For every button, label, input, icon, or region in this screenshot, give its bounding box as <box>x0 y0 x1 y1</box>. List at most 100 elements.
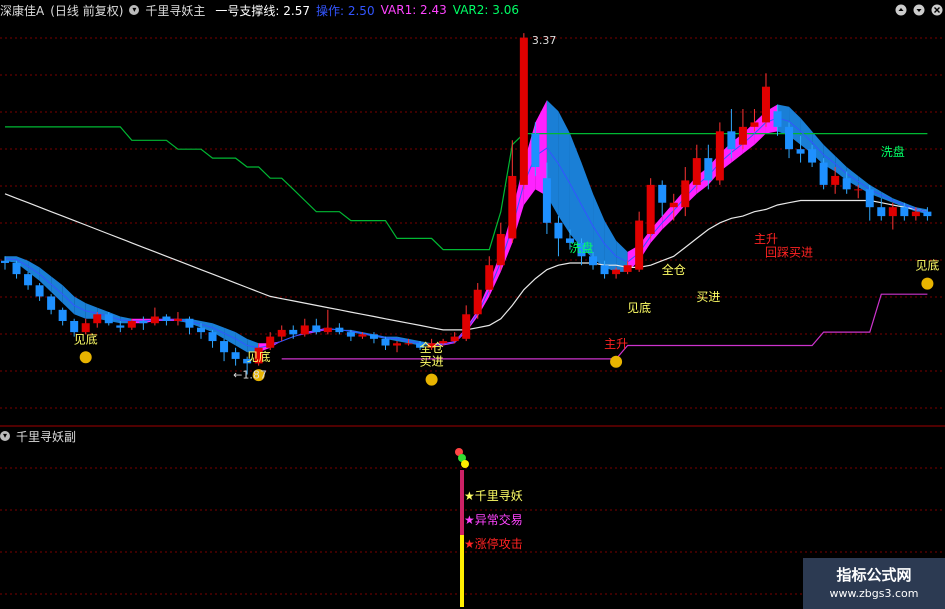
indicator-name[interactable]: 千里寻妖主 <box>145 2 205 19</box>
candle-body <box>842 178 851 190</box>
zoom-in-icon[interactable] <box>895 4 907 16</box>
candle-body <box>58 309 67 321</box>
candle-body <box>381 338 390 346</box>
candle-body <box>300 325 309 335</box>
signal-label: 全仓 <box>420 340 444 355</box>
sub-signal-label: ★异常交易 <box>464 512 523 527</box>
candle-body <box>773 111 782 127</box>
candle-body <box>358 334 367 337</box>
period-label[interactable]: (日线 前复权) <box>50 2 123 19</box>
signal-label: 洗盘 <box>569 240 593 255</box>
candle-body <box>612 269 621 275</box>
stock-name[interactable]: 深康佳A <box>0 2 44 19</box>
candle-body <box>854 189 863 191</box>
candle-body <box>635 220 644 270</box>
candle-body <box>761 86 770 123</box>
candle-body <box>669 202 678 208</box>
candle-body <box>462 314 471 339</box>
candle-body <box>404 343 413 345</box>
candle-body <box>715 131 724 181</box>
signal-label: 回踩买进 <box>765 245 813 259</box>
candle-body <box>369 334 378 339</box>
candle-body <box>346 332 355 337</box>
candle-body <box>554 222 563 239</box>
ribbon-segment <box>558 111 570 234</box>
candle-body <box>24 274 33 286</box>
candle-body <box>785 126 794 150</box>
signal-label: 买进 <box>696 290 720 304</box>
signal-label: 主升 <box>604 337 628 351</box>
candle-body <box>704 158 713 181</box>
candle-body <box>197 327 206 333</box>
candle-body <box>277 329 286 337</box>
price-extreme-label: ←1.87 <box>233 369 267 382</box>
sub-indicator-name[interactable]: 千里寻妖副 <box>16 428 76 445</box>
candle-body <box>289 329 298 335</box>
candle-body <box>623 265 632 272</box>
signal-label: 见底 <box>247 349 271 364</box>
candle-body <box>496 233 505 266</box>
candle-body <box>888 207 897 217</box>
money-bag-icon <box>921 277 934 290</box>
candle-body <box>323 327 332 333</box>
candle-body <box>208 332 217 342</box>
indicator-menu-icon[interactable]: ▾ <box>129 5 140 15</box>
support-value: 一号支撑线: 2.57 <box>215 3 310 18</box>
money-bag-icon <box>79 351 92 364</box>
candle-body <box>47 296 56 310</box>
candle-body <box>531 133 540 168</box>
signal-ball-icon <box>461 460 469 468</box>
close-icon[interactable] <box>931 4 943 16</box>
ribbon-segment <box>800 117 813 154</box>
candle-body <box>12 262 21 275</box>
candle-body <box>923 211 932 217</box>
signal-label: 买进 <box>420 355 444 369</box>
candle-body <box>508 175 517 239</box>
watermark: 指标公式网 www.zbgs3.com <box>803 558 945 609</box>
candle-body <box>819 162 828 185</box>
signal-label: 洗盘 <box>881 144 905 159</box>
candle-body <box>865 189 874 208</box>
candle-body <box>139 320 148 324</box>
zoom-out-icon[interactable] <box>913 4 925 16</box>
price-extreme-label: 3.37 <box>532 34 557 47</box>
candle-body <box>681 180 690 208</box>
candle-body <box>150 316 159 324</box>
money-bag-icon <box>425 373 438 386</box>
var2-value: VAR2: 3.06 <box>452 3 519 17</box>
candle-body <box>393 343 402 346</box>
candle-body <box>81 323 90 333</box>
candle-body <box>727 131 736 150</box>
sub-indicator-menu-icon[interactable]: ▾ <box>0 431 10 441</box>
candle-body <box>473 289 482 315</box>
money-bag-icon <box>610 355 623 368</box>
signal-label: 见底 <box>627 300 651 315</box>
sub-signal-label: ★涨停攻击 <box>464 536 523 551</box>
chart-header: 深康佳A (日线 前复权) ▾ 千里寻妖主 一号支撑线: 2.57 操作: 2.… <box>0 0 519 20</box>
candle-body <box>35 285 44 297</box>
watermark-title: 指标公式网 <box>836 566 912 584</box>
candle-body <box>646 184 655 234</box>
sub-chart-header: ▾ 千里寻妖副 <box>0 426 76 446</box>
candle-body <box>600 265 609 275</box>
candle-body <box>542 178 551 223</box>
candle-body <box>877 207 886 217</box>
candle-body <box>104 314 113 324</box>
candle-body <box>519 37 528 185</box>
signal-label: 见底 <box>74 331 98 346</box>
candle-body <box>750 122 759 127</box>
candle-body <box>900 207 909 217</box>
candle-body <box>185 318 194 328</box>
candle-body <box>220 341 229 353</box>
candle-body <box>692 158 701 185</box>
candle-body <box>127 320 136 328</box>
candle-body <box>231 352 240 359</box>
sub-signal-label: ★千里寻妖 <box>464 489 523 503</box>
candle-body <box>93 314 102 324</box>
candle-body <box>485 265 494 290</box>
candle-body <box>911 211 920 217</box>
candle-body <box>312 325 321 333</box>
candle-body <box>70 320 79 333</box>
candle-body <box>831 175 840 185</box>
candle-body <box>335 327 344 333</box>
